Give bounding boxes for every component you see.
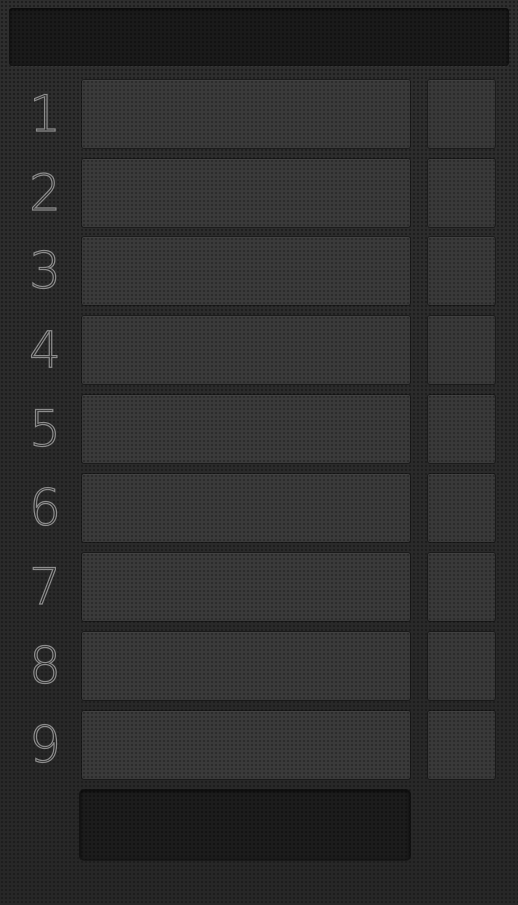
row-7: 7 — [0, 553, 518, 621]
row-field[interactable] — [82, 711, 410, 779]
bottom-action-button[interactable] — [80, 790, 410, 860]
row-number: 1 — [28, 84, 61, 143]
row-field[interactable] — [82, 80, 410, 148]
row-1: 1 — [0, 80, 518, 148]
row-8: 8 — [0, 632, 518, 700]
row-6: 6 — [0, 474, 518, 542]
row-side-cell[interactable] — [428, 711, 495, 779]
row-number: 2 — [28, 163, 61, 222]
row-5: 5 — [0, 395, 518, 463]
row-side-cell[interactable] — [428, 316, 495, 384]
row-2: 2 — [0, 159, 518, 227]
row-side-cell[interactable] — [428, 237, 495, 305]
row-4: 4 — [0, 316, 518, 384]
row-field[interactable] — [82, 474, 410, 542]
top-bar — [9, 8, 509, 66]
row-field[interactable] — [82, 237, 410, 305]
row-field[interactable] — [82, 159, 410, 227]
row-side-cell[interactable] — [428, 395, 495, 463]
row-field[interactable] — [82, 553, 410, 621]
row-side-cell[interactable] — [428, 474, 495, 542]
row-number: 4 — [28, 320, 61, 379]
row-side-cell[interactable] — [428, 632, 495, 700]
row-field[interactable] — [82, 316, 410, 384]
row-number: 8 — [28, 636, 61, 695]
row-field[interactable] — [82, 632, 410, 700]
row-side-cell[interactable] — [428, 159, 495, 227]
row-number: 3 — [28, 241, 61, 300]
row-side-cell[interactable] — [428, 553, 495, 621]
row-side-cell[interactable] — [428, 80, 495, 148]
row-9: 9 — [0, 711, 518, 779]
row-3: 3 — [0, 237, 518, 305]
row-number: 9 — [28, 715, 61, 774]
row-number: 6 — [28, 478, 61, 537]
row-number: 7 — [28, 557, 61, 616]
row-field[interactable] — [82, 395, 410, 463]
row-number: 5 — [28, 399, 61, 458]
